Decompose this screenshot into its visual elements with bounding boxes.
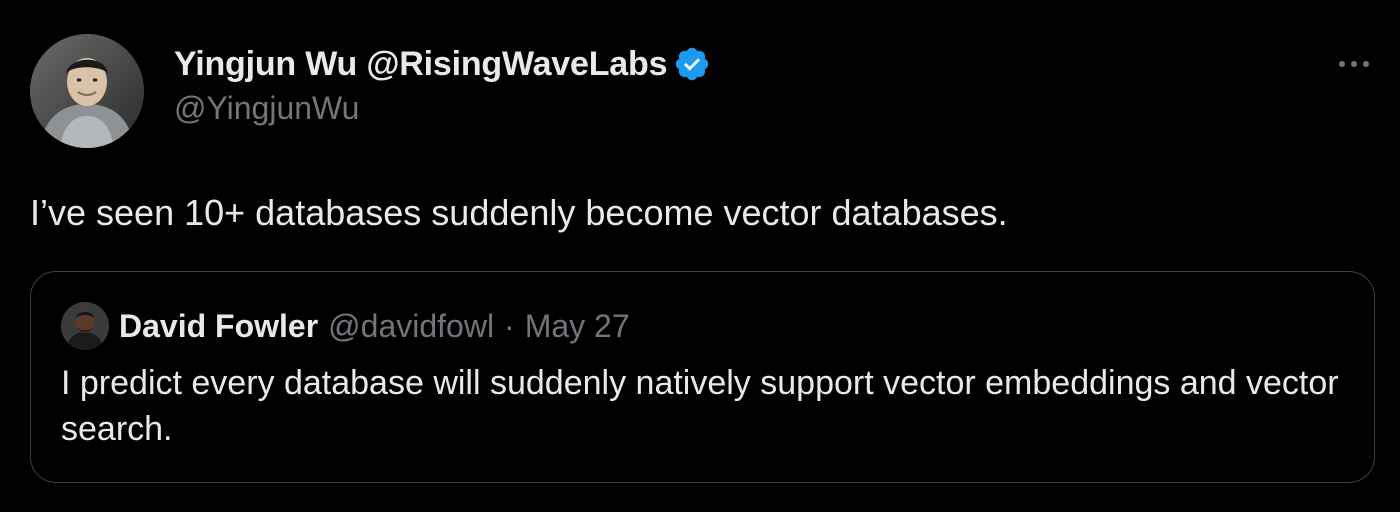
quoted-tweet[interactable]: David Fowler @davidfowl · May 27 I predi… — [30, 271, 1375, 483]
quoted-tweet-text: I predict every database will suddenly n… — [61, 364, 1339, 448]
tweet-card: Yingjun Wu @RisingWaveLabs @YingjunWu I’… — [0, 0, 1400, 512]
author-handle[interactable]: @YingjunWu — [174, 90, 711, 127]
quoted-author-name[interactable]: David Fowler — [119, 308, 318, 345]
author-name-row: Yingjun Wu @RisingWaveLabs — [174, 40, 711, 88]
tweet-header: Yingjun Wu @RisingWaveLabs @YingjunWu — [174, 40, 711, 127]
separator-dot: · — [504, 307, 515, 344]
quoted-author-avatar[interactable] — [61, 302, 109, 350]
author-avatar[interactable] — [30, 34, 144, 148]
quoted-tweet-date[interactable]: May 27 — [525, 308, 630, 345]
verified-badge-icon[interactable] — [673, 45, 711, 83]
ellipsis-icon — [1339, 61, 1369, 67]
more-options-button[interactable] — [1334, 50, 1374, 78]
quoted-author-handle[interactable]: @davidfowl — [328, 308, 494, 345]
quoted-tweet-header: David Fowler @davidfowl · May 27 — [61, 300, 630, 352]
tweet-text: I’ve seen 10+ databases suddenly become … — [30, 192, 1008, 233]
author-display-name[interactable]: Yingjun Wu @RisingWaveLabs — [174, 45, 667, 84]
